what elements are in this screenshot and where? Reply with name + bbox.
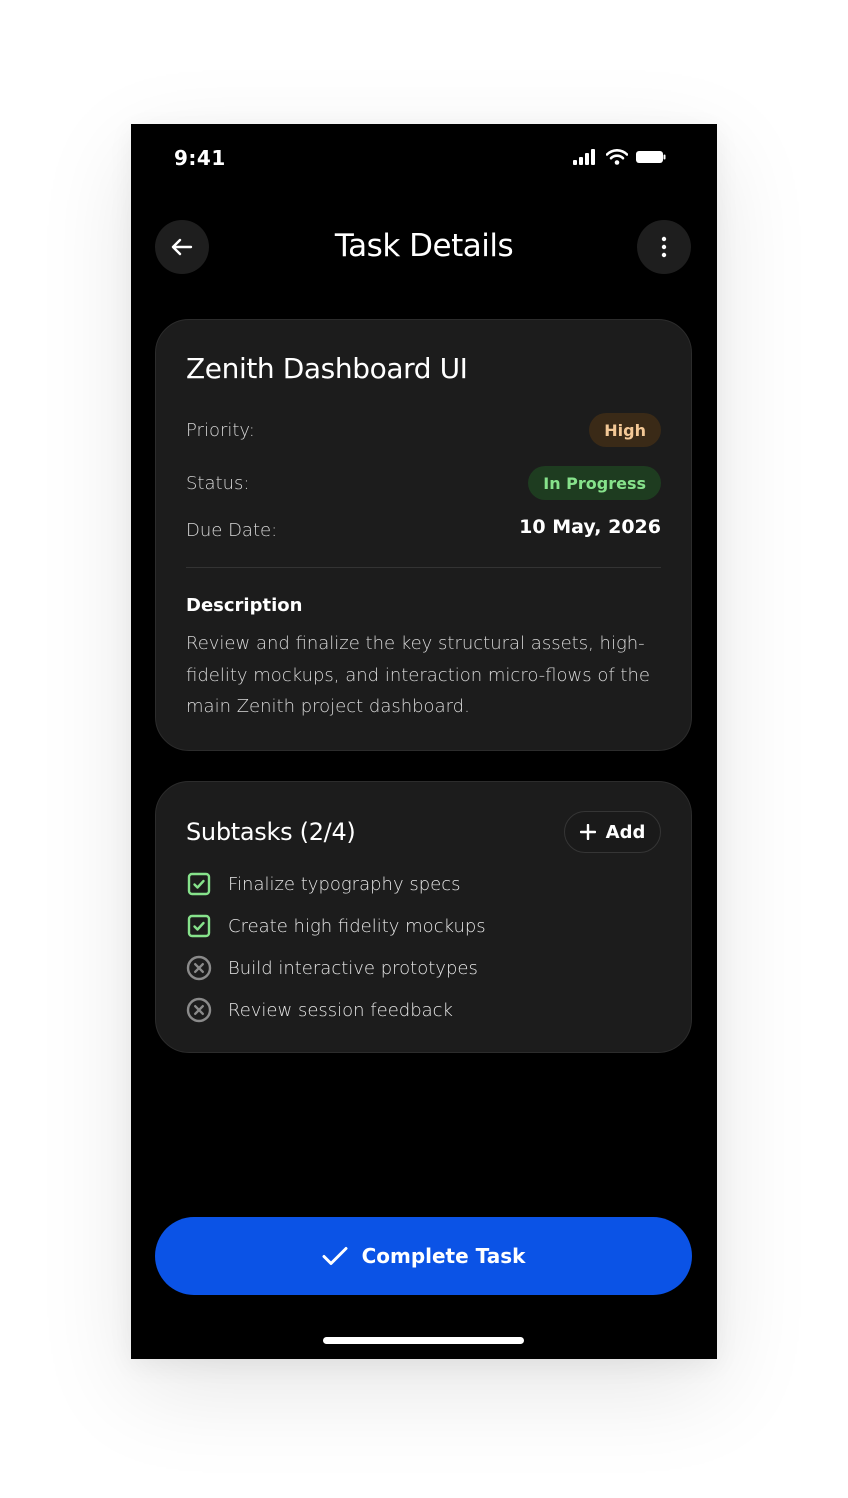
- checkbox-checked-icon[interactable]: [186, 871, 212, 897]
- checkbox-checked-icon[interactable]: [186, 913, 212, 939]
- subtask-label: Create high fidelity mockups: [228, 915, 486, 937]
- description-title: Description: [186, 595, 303, 616]
- subtask-item[interactable]: Create high fidelity mockups: [186, 912, 486, 940]
- complete-task-button[interactable]: Complete Task: [155, 1217, 692, 1295]
- status-label: Status:: [186, 473, 250, 494]
- subtask-item[interactable]: Finalize typography specs: [186, 870, 460, 898]
- task-name: Zenith Dashboard UI: [186, 352, 468, 385]
- subtask-label: Finalize typography specs: [228, 873, 461, 895]
- phone-screen: 9:41 Task Details Zenith Dashboard UI Pr…: [131, 124, 717, 1359]
- status-badge: In Progress: [528, 466, 661, 500]
- home-indicator: [323, 1337, 524, 1344]
- divider: [186, 567, 661, 568]
- task-details-card: Zenith Dashboard UI Priority: High Statu…: [155, 319, 692, 751]
- subtasks-card: Subtasks (2/4) Add Finalize typography s…: [155, 781, 692, 1053]
- canvas: 9:41 Task Details Zenith Dashboard UI Pr…: [0, 0, 848, 1498]
- subtasks-title: Subtasks (2/4): [186, 818, 356, 846]
- complete-task-label: Complete Task: [361, 1244, 526, 1268]
- priority-badge: High: [589, 413, 661, 447]
- add-subtask-label: Add: [605, 821, 646, 843]
- description-text: Review and finalize the key structural a…: [186, 633, 650, 717]
- signal-icon: [573, 149, 595, 165]
- circle-x-icon[interactable]: [186, 997, 212, 1023]
- due-date-value: 10 May, 2026: [519, 516, 661, 538]
- add-subtask-button[interactable]: Add: [564, 811, 661, 853]
- subtask-label: Build interactive prototypes: [228, 957, 478, 979]
- wifi-icon: [606, 149, 628, 165]
- status-icons: [572, 149, 666, 165]
- due-date-label: Due Date:: [186, 520, 278, 541]
- subtask-label: Review session feedback: [228, 999, 453, 1021]
- more-vertical-icon: [661, 236, 667, 258]
- check-icon: [322, 1247, 348, 1265]
- battery-icon: [636, 151, 666, 163]
- status-time: 9:41: [174, 146, 226, 170]
- circle-x-icon[interactable]: [186, 955, 212, 981]
- subtask-item[interactable]: Build interactive prototypes: [186, 954, 478, 982]
- more-options-button[interactable]: [637, 220, 691, 274]
- priority-label: Priority:: [186, 420, 255, 441]
- subtask-item[interactable]: Review session feedback: [186, 996, 453, 1024]
- page-title: Task Details: [334, 228, 514, 264]
- plus-icon: [579, 824, 596, 840]
